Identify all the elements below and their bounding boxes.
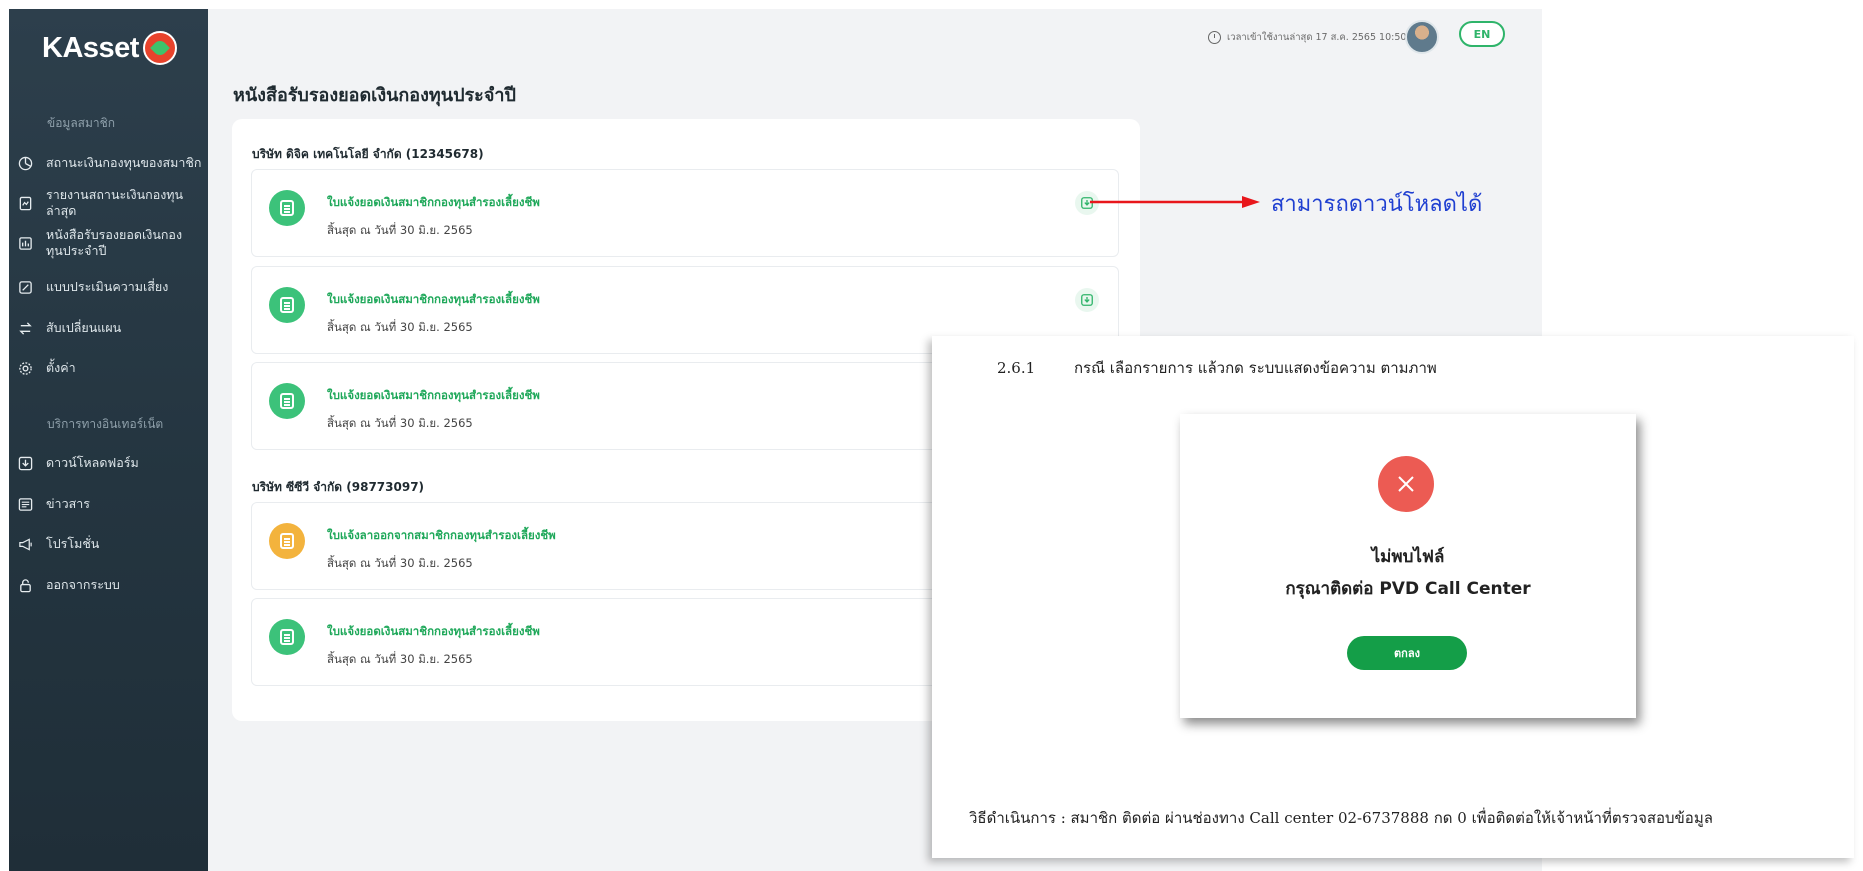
document-icon xyxy=(269,523,305,559)
document-title[interactable]: ใบแจ้งลาออกจากสมาชิกกองทุนสำรองเลี้ยงชีพ xyxy=(327,527,556,545)
sidebar-item-latest-report[interactable]: รายงานสถานะเงินกองทุน ล่าสุด xyxy=(17,187,202,219)
kasset-logo[interactable]: KAsset xyxy=(42,31,177,65)
error-dialog: ไม่พบไฟล์ กรุณาติดต่อ PVD Call Center ตก… xyxy=(1180,414,1636,718)
sidebar-item-label: ตั้งค่า xyxy=(46,360,76,375)
annotation-arrow xyxy=(1090,196,1260,208)
sidebar-item-news[interactable]: ข่าวสาร xyxy=(17,496,202,512)
sidebar-item-label: หนังสือรับรองยอดเงินกอง ทุนประจำปี xyxy=(46,227,183,258)
language-toggle-button[interactable]: EN xyxy=(1459,21,1505,47)
sidebar-item-annual-certificate[interactable]: หนังสือรับรองยอดเงินกอง ทุนประจำปี xyxy=(17,227,202,259)
document-icon xyxy=(269,287,305,323)
procedure-text: วิธีดำเนินการ : สมาชิก ติดต่อ ผ่านช่องทา… xyxy=(969,809,1713,827)
sidebar-item-switch-plan[interactable]: สับเปลี่ยนแผน xyxy=(17,320,202,336)
sidebar-item-label: ดาวน์โหลดฟอร์ม xyxy=(46,455,139,470)
ok-button[interactable]: ตกลง xyxy=(1347,636,1467,670)
sidebar-item-logout[interactable]: ออกจากระบบ xyxy=(17,577,202,593)
sidebar-item-download-form[interactable]: ดาวน์โหลดฟอร์ม xyxy=(17,455,202,471)
section-label-member: ข้อมูลสมาชิก xyxy=(47,116,116,130)
certificate-icon xyxy=(17,235,33,251)
document-title[interactable]: ใบแจ้งยอดเงินสมาชิกกองทุนสำรองเลี้ยงชีพ xyxy=(327,387,540,405)
download-icon xyxy=(17,455,33,471)
sidebar-item-label: สถานะเงินกองทุนของสมาชิก xyxy=(46,155,202,170)
document-subtitle: สิ้นสุด ณ วันที่ 30 มิ.ย. 2565 xyxy=(327,223,473,237)
manual-doc-panel: 2.6.1 กรณี เลือกรายการ แล้วกด ระบบแสดงข้… xyxy=(932,336,1854,858)
annotation-label: สามารถดาวน์โหลดได้ xyxy=(1271,192,1483,217)
section-label-internet: บริการทางอินเทอร์เน็ต xyxy=(47,417,164,431)
last-login-info: เวลาเข้าใช้งานล่าสุด 17 ส.ค. 2565 10:50 xyxy=(1208,30,1406,45)
news-icon xyxy=(17,496,33,512)
company-heading: บริษัท ดิจิค เทคโนโลยี จำกัด (12345678) xyxy=(252,147,484,161)
switch-icon xyxy=(17,320,33,336)
chart-icon xyxy=(17,155,33,171)
document-title[interactable]: ใบแจ้งยอดเงินสมาชิกกองทุนสำรองเลี้ยงชีพ xyxy=(327,194,540,212)
document-subtitle: สิ้นสุด ณ วันที่ 30 มิ.ย. 2565 xyxy=(327,320,473,334)
logo-text: KAsset xyxy=(42,31,139,64)
download-icon xyxy=(1081,294,1093,306)
logo-mark-icon xyxy=(142,31,177,65)
sidebar-item-settings[interactable]: ตั้งค่า xyxy=(17,360,202,376)
clock-icon xyxy=(1208,31,1221,44)
company-heading: บริษัท ซีซีวี จำกัด (98773097) xyxy=(252,480,425,494)
step-text: กรณี เลือกรายการ แล้วกด ระบบแสดงข้อความ … xyxy=(1073,359,1437,377)
document-subtitle: สิ้นสุด ณ วันที่ 30 มิ.ย. 2565 xyxy=(327,556,473,570)
document-title[interactable]: ใบแจ้งยอดเงินสมาชิกกองทุนสำรองเลี้ยงชีพ xyxy=(327,291,540,309)
sidebar-item-fund-status[interactable]: สถานะเงินกองทุนของสมาชิก xyxy=(17,155,202,171)
report-icon xyxy=(17,195,33,211)
sidebar: KAsset ข้อมูลสมาชิก สถานะเงินกองทุนของสม… xyxy=(9,9,208,871)
sidebar-item-risk-assessment[interactable]: แบบประเมินความเสี่ยง xyxy=(17,279,202,295)
sidebar-item-label: ข่าวสาร xyxy=(46,496,90,511)
step-heading: 2.6.1 กรณี เลือกรายการ แล้วกด ระบบแสดงข้… xyxy=(997,356,1437,380)
document-title[interactable]: ใบแจ้งยอดเงินสมาชิกกองทุนสำรองเลี้ยงชีพ xyxy=(327,623,540,641)
dialog-message-line1: ไม่พบไฟล์ xyxy=(1371,547,1445,567)
gear-icon xyxy=(17,360,33,376)
sidebar-item-label: โปรโมชั่น xyxy=(46,536,100,551)
download-button[interactable] xyxy=(1075,288,1099,312)
document-icon xyxy=(269,619,305,655)
document-subtitle: สิ้นสุด ณ วันที่ 30 มิ.ย. 2565 xyxy=(327,652,473,666)
sidebar-item-label: แบบประเมินความเสี่ยง xyxy=(46,279,169,294)
document-row[interactable]: ใบแจ้งยอดเงินสมาชิกกองทุนสำรองเลี้ยงชีพ … xyxy=(251,169,1119,257)
sidebar-item-label: ออกจากระบบ xyxy=(46,577,120,592)
last-login-text: เวลาเข้าใช้งานล่าสุด 17 ส.ค. 2565 10:50 xyxy=(1227,32,1407,43)
step-number: 2.6.1 xyxy=(997,359,1036,377)
document-icon xyxy=(269,190,305,226)
document-icon xyxy=(269,383,305,419)
lock-icon xyxy=(17,577,33,593)
edit-icon xyxy=(17,279,33,295)
document-subtitle: สิ้นสุด ณ วันที่ 30 มิ.ย. 2565 xyxy=(327,416,473,430)
dialog-message-line2: กรุณาติดต่อ PVD Call Center xyxy=(1285,579,1531,599)
sidebar-item-label: รายงานสถานะเงินกองทุน ล่าสุด xyxy=(46,187,184,218)
sidebar-item-promotion[interactable]: โปรโมชั่น xyxy=(17,536,202,552)
sidebar-item-label: สับเปลี่ยนแผน xyxy=(46,320,122,335)
page-title: หนังสือรับรองยอดเงินกองทุนประจำปี xyxy=(233,85,516,106)
avatar[interactable] xyxy=(1405,20,1439,54)
megaphone-icon xyxy=(17,536,33,552)
error-x-icon xyxy=(1378,456,1434,512)
